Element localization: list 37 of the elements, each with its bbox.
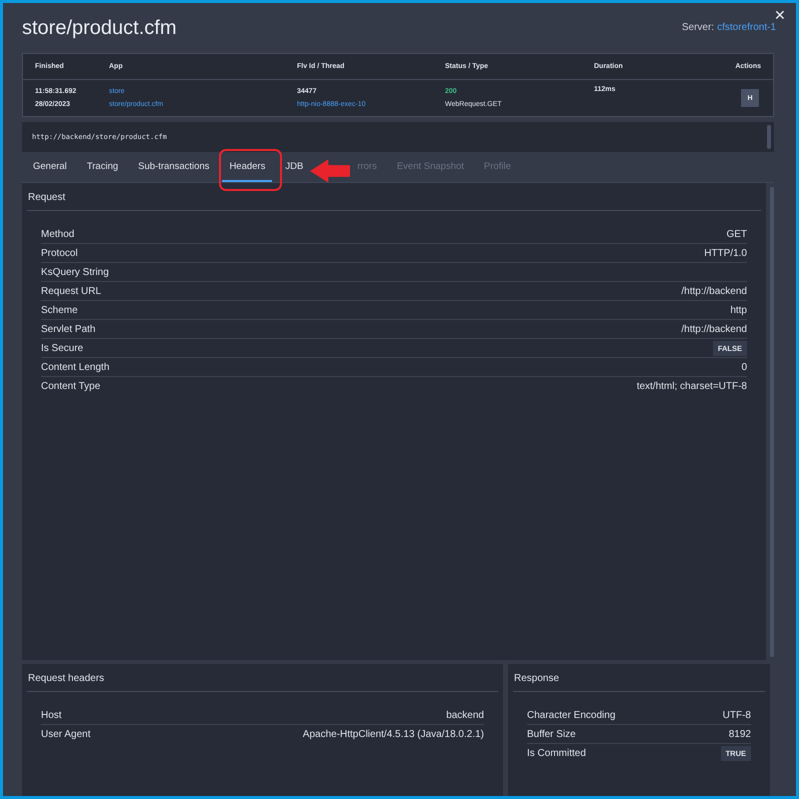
panel-title: Request xyxy=(27,190,761,211)
field-value: 0 xyxy=(741,362,747,372)
panel-title: Response xyxy=(513,671,765,692)
field-value: GET xyxy=(726,228,747,240)
arrow-icon xyxy=(310,158,350,184)
field-label: Content Type xyxy=(41,380,100,392)
field-value: 8192 xyxy=(728,728,751,740)
field-label: Request URL xyxy=(41,286,102,296)
window-title: store/product.cfm xyxy=(22,17,177,40)
server-link[interactable]: cfstorefront-1 xyxy=(717,22,776,33)
field-label: Buffer Size xyxy=(527,728,576,740)
tab[interactable]: JDB xyxy=(278,152,310,182)
field-value: /http://backend xyxy=(681,286,747,296)
field-label: Scheme xyxy=(41,304,78,316)
field-label: Method xyxy=(41,228,74,240)
field-label: Is Secure xyxy=(41,342,84,354)
field-value: http xyxy=(730,304,747,316)
field-label: Character Encoding xyxy=(527,710,616,720)
field-value: HTTP/1.0 xyxy=(704,248,747,258)
field-value: text/html; charset=UTF-8 xyxy=(636,380,747,392)
field-label: Host xyxy=(41,710,62,720)
panel-title: Request headers xyxy=(27,671,498,692)
server-label: Server: xyxy=(682,22,714,33)
field-value: UTF-8 xyxy=(722,710,751,720)
field-value: /http://backend xyxy=(681,324,747,334)
field-label: Content Length xyxy=(41,362,110,372)
field-label: Protocol xyxy=(41,248,78,258)
scrollbar[interactable] xyxy=(767,125,771,149)
field-label: Servlet Path xyxy=(41,324,96,334)
field-label: KsQuery String xyxy=(41,266,109,278)
field-value: backend xyxy=(446,710,484,720)
tab[interactable]: General xyxy=(26,152,74,182)
field-label: User Agent xyxy=(41,728,90,740)
tab[interactable]: Tracing xyxy=(80,152,126,182)
field-value: Apache-HttpClient/4.5.13 (Java/18.0.2.1) xyxy=(302,728,484,740)
tab[interactable]: Sub-transactions xyxy=(131,152,216,182)
field-label: Is Committed xyxy=(527,748,586,758)
